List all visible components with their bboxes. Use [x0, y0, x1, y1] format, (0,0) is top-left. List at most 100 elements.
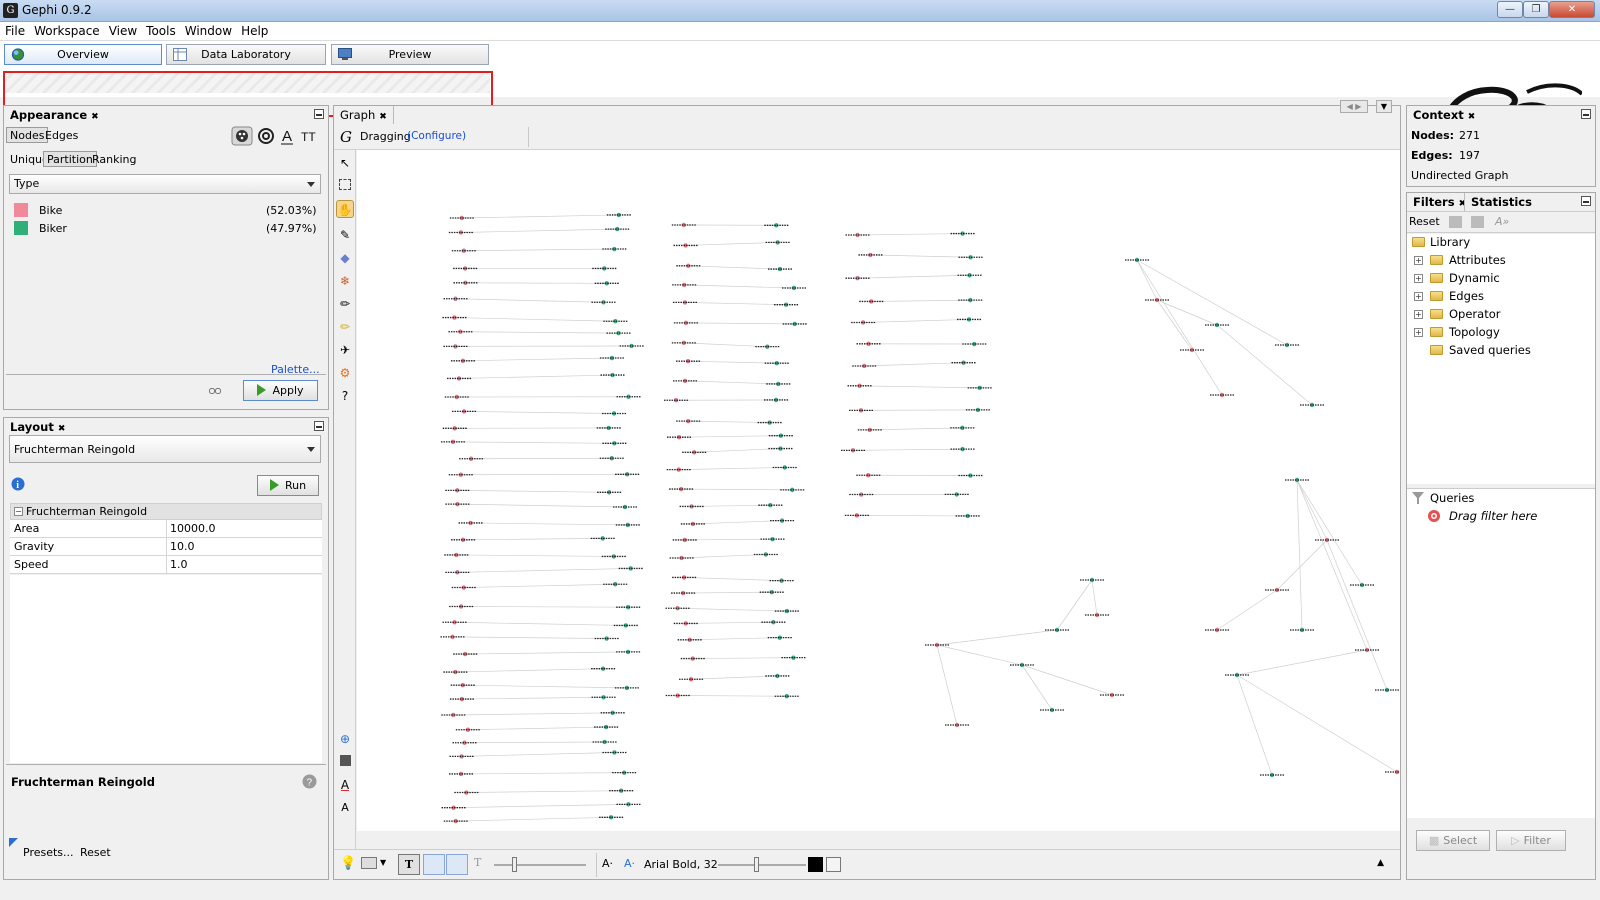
property-value[interactable]: 10000.0 [170, 522, 216, 535]
tab-preview[interactable]: Preview [331, 44, 489, 65]
drag-hand-icon[interactable]: ✋ [336, 200, 354, 218]
property-row-gravity[interactable]: Gravity 10.0 [10, 538, 322, 556]
text-icon[interactable]: T [474, 856, 481, 869]
square-icon[interactable] [336, 753, 354, 771]
collapse-up-icon[interactable]: ▲ [1377, 858, 1384, 868]
attribute-select[interactable]: Type [9, 174, 321, 194]
partition-swatch-biker[interactable] [14, 221, 28, 235]
info-icon[interactable]: i [11, 477, 25, 491]
property-value[interactable]: 10.0 [170, 540, 195, 553]
copy-icon[interactable] [826, 857, 841, 872]
close-tab-icon[interactable]: ✖ [379, 112, 387, 122]
statistics-tab[interactable]: Statistics [1464, 193, 1538, 211]
tab-scroll-buttons[interactable]: ◀ ▶ [1340, 100, 1368, 113]
diamond-icon[interactable]: ◆ [336, 249, 354, 267]
edge-icon[interactable] [423, 854, 445, 875]
help-icon[interactable]: ? [302, 774, 317, 789]
graph-canvas[interactable] [357, 150, 1400, 831]
gear-icon[interactable]: ⚙ [336, 364, 354, 382]
tree-edges[interactable]: Edges [1449, 289, 1484, 306]
run-button[interactable]: Run [257, 475, 319, 496]
slider-thumb[interactable] [754, 857, 759, 872]
tree-dynamic[interactable]: Dynamic [1449, 271, 1500, 288]
minimize-panel-icon[interactable] [1581, 109, 1591, 119]
slider-thumb[interactable] [512, 857, 517, 872]
apply-button[interactable]: Apply [243, 380, 318, 401]
menu-view[interactable]: View [104, 22, 141, 38]
edge-scale-slider[interactable] [494, 864, 586, 866]
menu-file[interactable]: File [0, 22, 29, 38]
reset-button[interactable]: Reset [80, 846, 111, 859]
property-section-header[interactable]: − Fruchterman Reingold [10, 503, 322, 520]
menu-workspace[interactable]: Workspace [29, 22, 104, 38]
minimize-panel-icon[interactable] [314, 421, 324, 431]
screenshot-icon[interactable] [361, 857, 377, 869]
minimize-button[interactable]: — [1497, 1, 1523, 18]
show-labels-icon[interactable]: T [398, 854, 420, 875]
rectangle-select-icon[interactable] [336, 177, 354, 195]
font-size-slider[interactable] [718, 864, 806, 866]
maximize-button[interactable]: ❐ [1523, 1, 1549, 18]
edge-color-icon[interactable] [446, 854, 468, 875]
tree-topology[interactable]: Topology [1449, 325, 1500, 342]
tree-operator[interactable]: Operator [1449, 307, 1500, 324]
chevron-down-icon[interactable]: ▼ [380, 858, 386, 867]
appearance-tab[interactable]: Appearance ✖ [4, 106, 105, 124]
close-button[interactable]: ✕ [1549, 1, 1595, 18]
partition-swatch-bike[interactable] [14, 203, 28, 217]
filters-reset-button[interactable]: Reset [1409, 215, 1440, 228]
expand-icon[interactable]: + [1414, 310, 1423, 319]
layout-algorithm-select[interactable]: Fruchterman Reingold [9, 435, 321, 463]
zoom-icon[interactable]: ⊕ [336, 730, 354, 748]
tab-list-dropdown[interactable]: ▼ [1376, 100, 1392, 113]
tree-saved-queries[interactable]: Saved queries [1449, 343, 1531, 360]
graph-tab[interactable]: Graph ✖ [334, 106, 394, 124]
filters-tab[interactable]: Filters ✖ [1407, 193, 1473, 211]
property-row-speed[interactable]: Speed 1.0 [10, 556, 322, 574]
text-size-icon[interactable]: A [336, 799, 354, 817]
property-value[interactable]: 1.0 [170, 558, 188, 571]
export-icon[interactable] [1471, 216, 1484, 228]
lightbulb-icon[interactable]: 💡 [340, 856, 356, 871]
toggle-ranking[interactable]: Ranking [88, 151, 141, 167]
expand-icon[interactable]: + [1414, 256, 1423, 265]
select-arrow-icon[interactable]: ↖ [336, 154, 354, 172]
configure-link[interactable]: (Configure) [407, 130, 466, 142]
layout-tab[interactable]: Layout ✖ [4, 418, 72, 436]
toggle-edges[interactable]: Edges [41, 127, 82, 143]
expand-icon[interactable]: + [1414, 328, 1423, 337]
close-tab-icon[interactable]: ✖ [91, 112, 99, 122]
minimize-panel-icon[interactable] [314, 109, 324, 119]
help-cursor-icon[interactable]: ? [336, 387, 354, 405]
font-name[interactable]: Arial Bold, 32 [644, 858, 718, 871]
color-palette-icon[interactable]: ❄ [336, 272, 354, 290]
presets-button[interactable]: Presets... [23, 846, 74, 859]
close-tab-icon[interactable]: ✖ [1468, 112, 1476, 122]
menu-window[interactable]: Window [180, 22, 236, 38]
font-decrease-icon[interactable]: A· [602, 857, 613, 870]
edge-pencil-icon[interactable]: ✏ [336, 318, 354, 336]
menu-help[interactable]: Help [236, 22, 272, 38]
save-icon[interactable] [1449, 216, 1462, 228]
pencil-icon[interactable]: ✏ [336, 295, 354, 313]
filter-button[interactable]: ▷ Filter [1496, 830, 1566, 851]
paint-brush-icon[interactable]: ✎ [336, 226, 354, 244]
queries-area[interactable]: Queries Drag filter here [1407, 488, 1595, 818]
tab-overview[interactable]: Overview [4, 44, 162, 65]
font-increase-icon[interactable]: A· [624, 857, 635, 870]
minimize-panel-icon[interactable] [1581, 196, 1591, 206]
property-row-area[interactable]: Area 10000.0 [10, 520, 322, 538]
select-button[interactable]: ▩ Select [1416, 830, 1490, 851]
context-tab[interactable]: Context ✖ [1407, 106, 1482, 124]
auto-refresh-icon[interactable]: A» [1495, 215, 1509, 228]
tree-attributes[interactable]: Attributes [1449, 253, 1506, 270]
link-icon[interactable] [209, 387, 221, 395]
collapse-icon[interactable]: − [14, 507, 23, 516]
close-tab-icon[interactable]: ✖ [58, 424, 66, 434]
expand-icon[interactable]: + [1414, 292, 1423, 301]
airplane-icon[interactable]: ✈ [336, 341, 354, 359]
text-color-icon[interactable]: A [336, 776, 354, 794]
label-color-swatch[interactable] [808, 857, 823, 872]
tab-data-laboratory[interactable]: Data Laboratory [166, 44, 326, 65]
tree-library[interactable]: Library [1430, 235, 1470, 252]
